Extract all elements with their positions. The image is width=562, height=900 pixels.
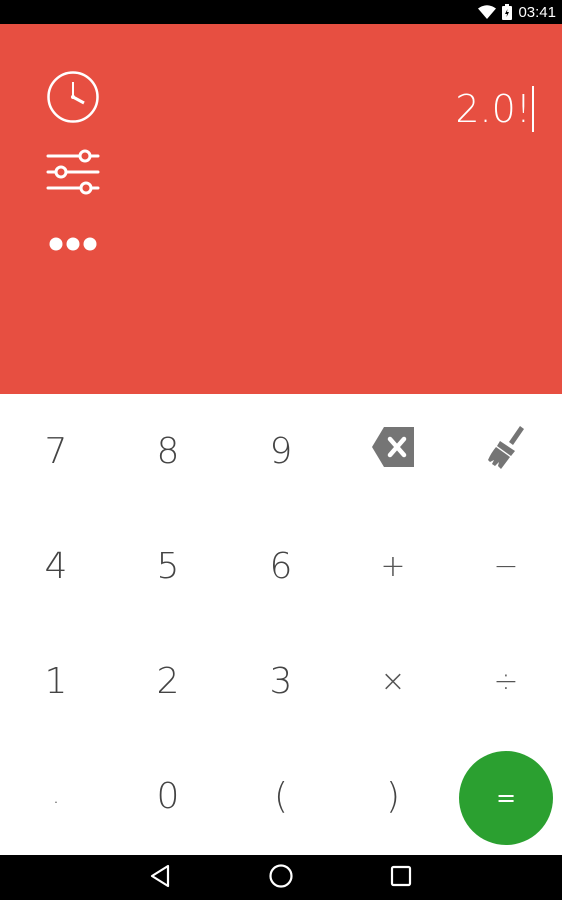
minus-button[interactable]: − [450,509,562,624]
back-icon [149,864,171,892]
key-8[interactable]: 8 [112,394,224,509]
battery-icon [502,4,513,20]
more-options-icon [48,236,98,256]
decimal-point-button[interactable]: . [0,739,112,854]
plus-button[interactable]: + [337,509,449,624]
settings-button[interactable] [45,145,101,201]
clear-button[interactable] [450,394,562,509]
key-1[interactable]: 1 [0,624,112,739]
backspace-icon [372,427,414,476]
key-7[interactable]: 7 [0,394,112,509]
back-button[interactable] [140,861,180,895]
key-5[interactable]: 5 [112,509,224,624]
history-button[interactable] [45,71,101,127]
backspace-button[interactable] [337,394,449,509]
broom-icon [487,425,525,478]
history-icon [46,70,100,128]
open-paren-button[interactable]: ( [225,739,337,854]
home-button[interactable] [261,861,301,895]
navigation-bar [0,855,562,900]
recents-button[interactable] [381,861,421,895]
text-cursor [532,86,534,132]
home-icon [268,863,294,893]
status-bar: 03:41 [0,0,562,24]
key-0[interactable]: 0 [112,739,224,854]
expression-text: 2.0! [455,87,531,131]
key-2[interactable]: 2 [112,624,224,739]
expression-display[interactable]: 2.0! [455,86,534,132]
key-4[interactable]: 4 [0,509,112,624]
more-options-button[interactable] [45,218,101,274]
key-9[interactable]: 9 [225,394,337,509]
settings-sliders-icon [46,147,100,199]
wifi-icon [478,5,497,19]
divide-button[interactable]: ÷ [450,624,562,739]
key-6[interactable]: 6 [225,509,337,624]
recents-icon [390,865,412,891]
equals-button[interactable]: = [459,751,553,845]
close-paren-button[interactable]: ) [337,739,449,854]
multiply-button[interactable]: × [337,624,449,739]
key-3[interactable]: 3 [225,624,337,739]
status-time: 03:41 [518,3,556,21]
display-panel: 2.0! [0,24,562,394]
